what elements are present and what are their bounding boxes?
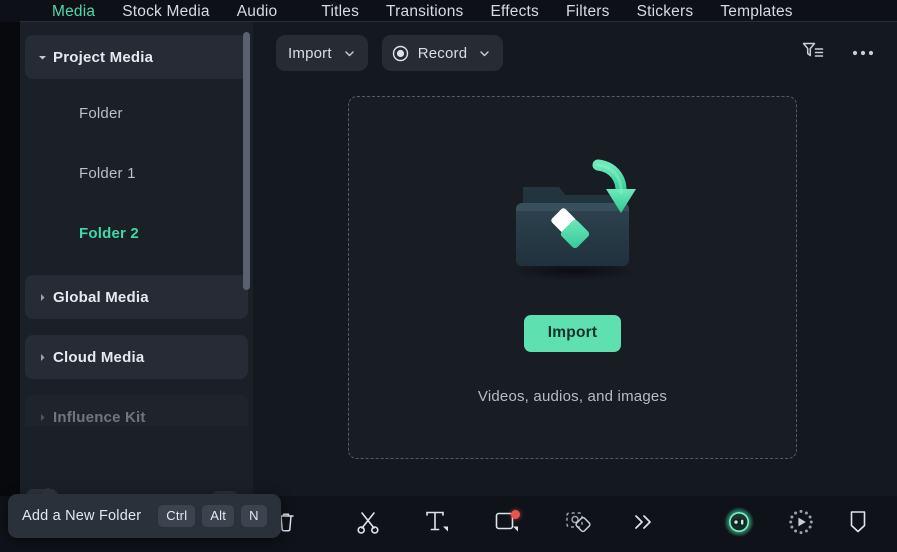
media-main-panel: Import Record Import Videos, audios, and… bbox=[253, 22, 897, 496]
import-cta-button[interactable]: Import bbox=[523, 315, 622, 352]
sidebar-scrollbar-thumb[interactable] bbox=[243, 32, 250, 290]
sidebar-item-label: Cloud Media bbox=[53, 348, 145, 366]
tab-titles[interactable]: Titles bbox=[321, 2, 359, 22]
import-folder-illustration bbox=[478, 153, 668, 303]
shortcut-key: Alt bbox=[202, 505, 235, 527]
record-circle-icon bbox=[392, 45, 409, 62]
chevron-down-icon bbox=[478, 47, 491, 60]
chevron-right-icon[interactable] bbox=[31, 292, 53, 303]
tooltip-text: Add a New Folder bbox=[22, 508, 142, 524]
tooltip-shortcut-keys: Ctrl Alt N bbox=[158, 505, 267, 527]
editor-bottom-toolbar bbox=[253, 496, 897, 552]
sidebar-item-global-media[interactable]: Global Media bbox=[25, 275, 248, 319]
split-button[interactable] bbox=[355, 509, 381, 540]
render-preview-button[interactable] bbox=[787, 508, 815, 541]
ai-copilot-icon bbox=[723, 506, 755, 543]
sidebar-item-folder[interactable]: Folder bbox=[25, 95, 248, 131]
tab-media[interactable]: Media bbox=[52, 2, 95, 22]
marker-badge-button[interactable] bbox=[847, 508, 869, 541]
tab-audio[interactable]: Audio bbox=[237, 2, 278, 22]
sidebar-item-label: Influence Kit bbox=[53, 408, 146, 426]
more-tools-chevron-icon bbox=[631, 511, 655, 538]
media-tab-bar: Media Stock Media Audio Titles Transitions Ef… bbox=[0, 0, 897, 22]
filmora-media-panel: Media Stock Media Audio Titles Transitions Ef… bbox=[0, 0, 897, 552]
more-options-icon bbox=[851, 44, 875, 62]
marker-badge-icon bbox=[847, 508, 869, 541]
chevron-down-icon[interactable] bbox=[31, 52, 53, 63]
left-gutter bbox=[0, 22, 20, 552]
shortcut-key: Ctrl bbox=[158, 505, 196, 527]
text-tool-icon bbox=[423, 509, 451, 540]
render-preview-icon bbox=[787, 508, 815, 541]
sidebar-item-label: Global Media bbox=[53, 288, 149, 306]
text-tool-button[interactable] bbox=[423, 509, 451, 540]
more-tools-button[interactable] bbox=[631, 511, 655, 538]
sidebar-item-project-media[interactable]: Project Media bbox=[25, 35, 248, 79]
tab-effects[interactable]: Effects bbox=[490, 2, 539, 22]
mask-shape-icon bbox=[563, 509, 593, 540]
shortcut-key: N bbox=[241, 505, 267, 527]
add-folder-tooltip: Add a New Folder Ctrl Alt N bbox=[8, 487, 281, 538]
sidebar-item-label: Folder 2 bbox=[79, 224, 139, 242]
sidebar-item-label: Project Media bbox=[53, 48, 154, 66]
media-toolbar: Import Record bbox=[253, 22, 897, 84]
sidebar-item-label: Folder 1 bbox=[79, 164, 136, 182]
sidebar-item-cloud-media[interactable]: Cloud Media bbox=[25, 335, 248, 379]
sidebar-scrollbar-track[interactable] bbox=[243, 22, 250, 426]
sidebar-item-label: Folder bbox=[79, 104, 123, 122]
mask-shape-button[interactable] bbox=[563, 509, 593, 540]
media-folder-tree: Project Media Folder Folder 1 Folder 2 Globa… bbox=[20, 22, 253, 426]
ai-copilot-button[interactable] bbox=[723, 506, 755, 543]
toolbar-right-actions bbox=[801, 40, 875, 67]
import-dropzone[interactable]: Import Videos, audios, and images bbox=[348, 96, 797, 459]
split-scissors-icon bbox=[355, 509, 381, 540]
more-options-button[interactable] bbox=[851, 44, 875, 62]
tab-transitions[interactable]: Transitions bbox=[386, 2, 463, 22]
tab-stickers[interactable]: Stickers bbox=[637, 2, 694, 22]
tooltip-arrow bbox=[40, 487, 56, 495]
chevron-right-icon[interactable] bbox=[31, 412, 53, 423]
import-label: Import bbox=[288, 44, 332, 62]
tab-templates[interactable]: Templates bbox=[720, 2, 792, 22]
tab-stock-media[interactable]: Stock Media bbox=[122, 2, 210, 22]
record-dropdown-button[interactable]: Record bbox=[381, 35, 504, 71]
filter-sort-button[interactable] bbox=[801, 40, 825, 67]
dropzone-subtitle: Videos, audios, and images bbox=[477, 388, 668, 405]
import-dropdown-button[interactable]: Import bbox=[276, 35, 368, 71]
crop-tool-button[interactable] bbox=[493, 509, 521, 540]
sidebar-item-folder-2[interactable]: Folder 2 bbox=[25, 215, 248, 251]
sidebar-item-folder-1[interactable]: Folder 1 bbox=[25, 155, 248, 191]
chevron-down-icon bbox=[343, 47, 356, 60]
media-sidebar: Project Media Folder Folder 1 Folder 2 Globa… bbox=[20, 22, 253, 530]
record-label: Record bbox=[417, 44, 468, 62]
filter-sort-icon bbox=[801, 42, 825, 66]
chevron-right-icon[interactable] bbox=[31, 352, 53, 363]
tab-filters[interactable]: Filters bbox=[566, 2, 610, 22]
status-badge bbox=[511, 509, 520, 519]
sidebar-item-influence-kit[interactable]: Influence Kit bbox=[25, 395, 248, 426]
